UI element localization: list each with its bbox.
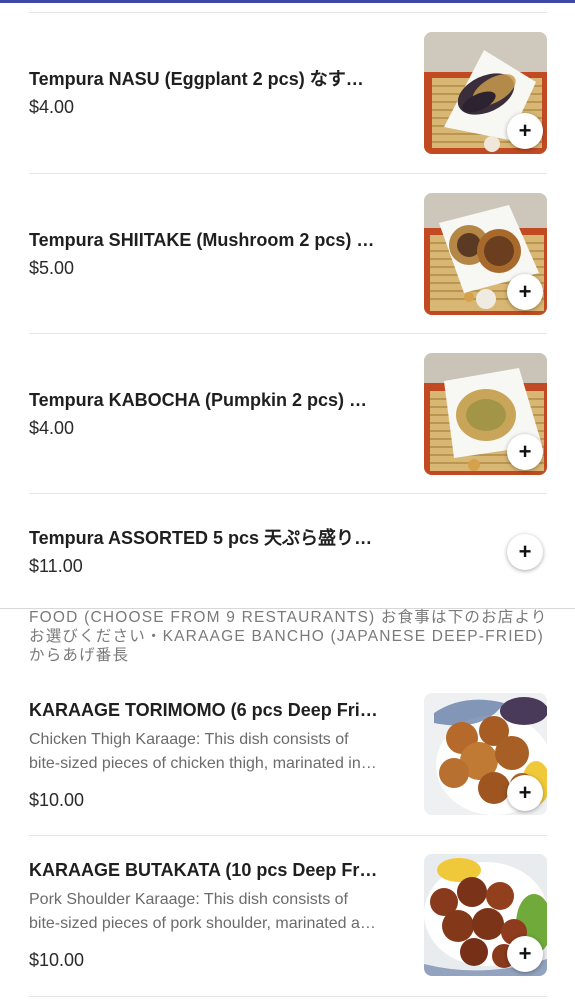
section-header: FOOD (CHOOSE FROM 9 RESTAURANTS) お食事は下のお… xyxy=(29,609,548,664)
divider xyxy=(29,835,547,836)
add-to-cart-button[interactable]: + xyxy=(507,534,543,570)
add-to-cart-button[interactable]: + xyxy=(507,936,543,972)
item-name: Tempura ASSORTED 5 pcs 天ぷら盛り合わせ xyxy=(29,528,381,548)
divider xyxy=(29,493,547,494)
item-name: KARAAGE TORIMOMO (6 pcs Deep Fried Chick… xyxy=(29,700,379,720)
divider xyxy=(29,996,547,997)
divider xyxy=(29,333,547,334)
item-name: Tempura NASU (Eggplant 2 pcs) なすの天ぷら xyxy=(29,69,379,89)
item-name: Tempura SHIITAKE (Mushroom 2 pcs) しいたけ天ぷ… xyxy=(29,230,379,250)
item-price: $10.00 xyxy=(29,950,85,970)
item-price: $10.00 xyxy=(29,790,85,810)
item-description: Chicken Thigh Karaage: This dish consist… xyxy=(29,731,375,772)
add-to-cart-button[interactable]: + xyxy=(507,274,543,310)
item-price: $4.00 xyxy=(29,97,75,117)
item-name: KARAAGE BUTAKATA (10 pcs Deep Fried Pork… xyxy=(29,860,379,880)
add-to-cart-button[interactable]: + xyxy=(507,113,543,149)
item-price: $5.00 xyxy=(29,258,75,278)
divider xyxy=(29,12,547,13)
add-to-cart-button[interactable]: + xyxy=(507,775,543,811)
item-price: $4.00 xyxy=(29,418,75,438)
add-to-cart-button[interactable]: + xyxy=(507,434,543,470)
divider xyxy=(29,173,547,174)
item-name: Tempura KABOCHA (Pumpkin 2 pcs) かぼちゃ天ぷら xyxy=(29,390,379,410)
item-price: $11.00 xyxy=(29,556,83,576)
top-accent-bar xyxy=(0,0,575,3)
item-description: Pork Shoulder Karaage: This dish consist… xyxy=(29,891,378,932)
